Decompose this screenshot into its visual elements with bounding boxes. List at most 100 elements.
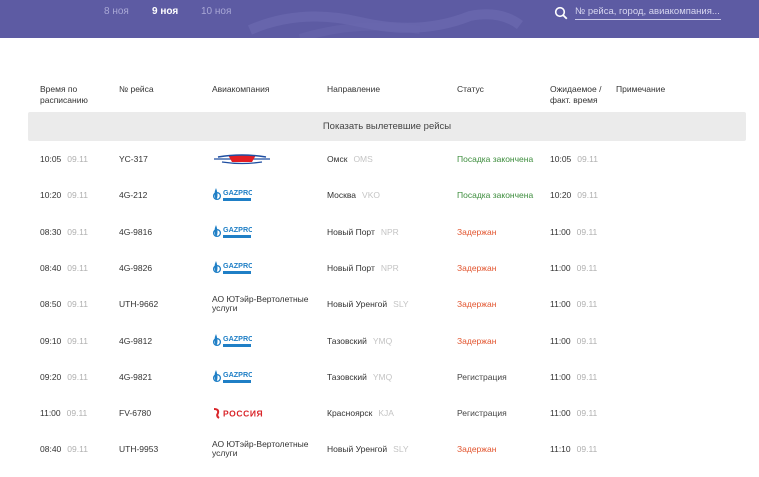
date-tab-current[interactable]: 9 ноя [152,6,178,17]
direction-cell: Омск OMS [327,141,373,177]
flight-number: 4G-9812 [119,335,153,346]
table-row[interactable]: 08:50 09.11 UTH-9662 АО ЮТэйр-Вертолетны… [0,286,759,322]
expected-date: 09.11 [577,190,598,201]
expected-time: 11:00 [550,226,571,237]
col-scheduled-time: Время по расписанию [40,84,88,106]
search-icon[interactable] [554,6,568,20]
date-tab-next[interactable]: 10 ноя [201,6,231,17]
destination-city: Новый Уренгой [327,299,388,310]
expected-date: 09.11 [576,262,598,273]
table-row[interactable]: 11:00 09.11 FV-6780 РОССИЯ Красноярск KJ… [0,395,759,431]
expected-time: 10:20 [550,190,572,201]
expected-time-cell: 10:20 09.11 [550,177,598,213]
scheduled-time-cell: 08:30 09.11 [40,214,88,250]
col-scheduled-time-line2: расписанию [40,95,88,105]
direction-cell: Новый Уренгой SLY [327,431,409,467]
svg-text:GAZPROM: GAZPROM [223,334,252,343]
destination-city: Тазовский [327,335,367,346]
svg-text:GAZPROM: GAZPROM [223,225,252,234]
rossiya-logo: РОССИЯ [212,407,272,419]
airline-cell: РОССИЯ [212,395,272,431]
col-status: Статус [457,84,484,94]
scheduled-time: 08:30 [40,226,62,237]
airline-name: АО ЮТэйр-Вертолетные услуги [212,294,309,314]
airport-code: VKO [362,190,380,201]
col-note: Примечание [616,84,666,94]
flight-number: 4G-9826 [119,262,153,273]
scheduled-time-cell: 09:10 09.11 [40,323,88,359]
direction-cell: Новый Порт NPR [327,214,399,250]
expected-time-cell: 11:00 09.11 [550,286,597,322]
airport-code: YMQ [372,335,393,346]
status-badge: Задержан [457,226,497,237]
table-row[interactable]: 09:20 09.11 4G-9821 GAZPROM Тазовский YM… [0,359,759,395]
destination-city: Красноярск [327,408,373,419]
scheduled-time: 11:00 [40,408,61,419]
expected-time-cell: 11:00 09.11 [550,214,597,250]
status-badge: Посадка закончена [457,154,534,164]
flight-number: UTH-9662 [119,299,159,310]
expected-time-cell: 11:00 09.11 [550,395,597,431]
col-airline: Авиакомпания [212,84,270,94]
scheduled-date: 09.11 [67,154,88,164]
airport-code: NPR [380,262,399,273]
scheduled-time-cell: 10:05 09.11 [40,141,88,177]
table-row[interactable]: 09:10 09.11 4G-9812 GAZPROM Тазовский YM… [0,323,759,359]
scheduled-time: 08:50 [40,299,62,310]
destination-city: Москва [327,190,357,201]
airport-code: SLY [393,299,409,310]
table-row[interactable]: 10:05 09.11 YC-317 Омск OMS Посадка зако… [0,141,759,177]
show-departed-button[interactable]: Показать вылетевшие рейсы [28,112,746,141]
scheduled-time-cell: 10:20 09.11 [40,177,88,213]
scheduled-time: 10:05 [40,154,62,164]
direction-cell: Красноярск KJA [327,395,394,431]
table-row[interactable]: 10:20 09.11 4G-212 GAZPROM Москва VKO По… [0,177,759,213]
airport-code: SLY [393,444,409,455]
status-badge: Регистрация [457,371,507,382]
col-direction: Направление [327,84,381,94]
expected-time: 11:00 [550,335,571,346]
table-row[interactable]: 08:40 09.11 UTH-9953 АО ЮТэйр-Вертолетны… [0,431,759,467]
expected-date: 09.11 [576,408,598,419]
svg-text:GAZPROM: GAZPROM [223,261,252,270]
scheduled-time-cell: 08:40 09.11 [40,250,88,286]
expected-date: 09.11 [576,299,598,310]
col-scheduled-time-line1: Время по [40,84,78,94]
search-input[interactable] [575,4,721,20]
direction-cell: Новый Порт NPR [327,250,399,286]
table-row[interactable]: 08:30 09.11 4G-9816 GAZPROM Новый Порт N… [0,214,759,250]
airline-cell: GAZPROM [212,323,252,359]
col-expected-time-line1: Ожидаемое / [550,84,602,94]
destination-city: Новый Порт [327,262,375,273]
flight-number: YC-317 [119,154,148,164]
destination-city: Тазовский [327,371,367,382]
scheduled-time: 09:10 [40,335,62,346]
col-expected-time-line2: факт. время [550,95,598,105]
expected-date: 09.11 [577,154,598,164]
date-tab-prev[interactable]: 8 ноя [104,6,129,17]
airline-cell: GAZPROM [212,214,252,250]
scheduled-date: 09.11 [66,408,88,419]
airport-code: NPR [380,226,399,237]
col-flight: № рейса [119,84,154,94]
col-expected-time: Ожидаемое / факт. время [550,84,601,106]
airline-cell [212,141,272,177]
expected-time: 10:05 [550,154,572,164]
table-row[interactable]: 08:40 09.11 4G-9826 GAZPROM Новый Порт N… [0,250,759,286]
scheduled-time: 08:40 [40,262,62,273]
direction-cell: Тазовский YMQ [327,323,392,359]
header-bar: 8 ноя 9 ноя 10 ноя [0,0,759,38]
scheduled-time: 09:20 [40,371,62,382]
flight-number: 4G-212 [119,190,148,201]
expected-date: 09.11 [576,444,598,455]
expected-date: 09.11 [576,371,598,382]
direction-cell: Тазовский YMQ [327,359,392,395]
scheduled-time-cell: 08:50 09.11 [40,286,88,322]
direction-cell: Новый Уренгой SLY [327,286,409,322]
expected-time: 11:00 [550,299,571,310]
scheduled-time: 10:20 [40,190,62,201]
airline-cell: GAZPROM [212,177,252,213]
scheduled-time-cell: 09:20 09.11 [40,359,88,395]
gazprom-logo: GAZPROM [212,222,252,242]
expected-time: 11:00 [550,371,571,382]
